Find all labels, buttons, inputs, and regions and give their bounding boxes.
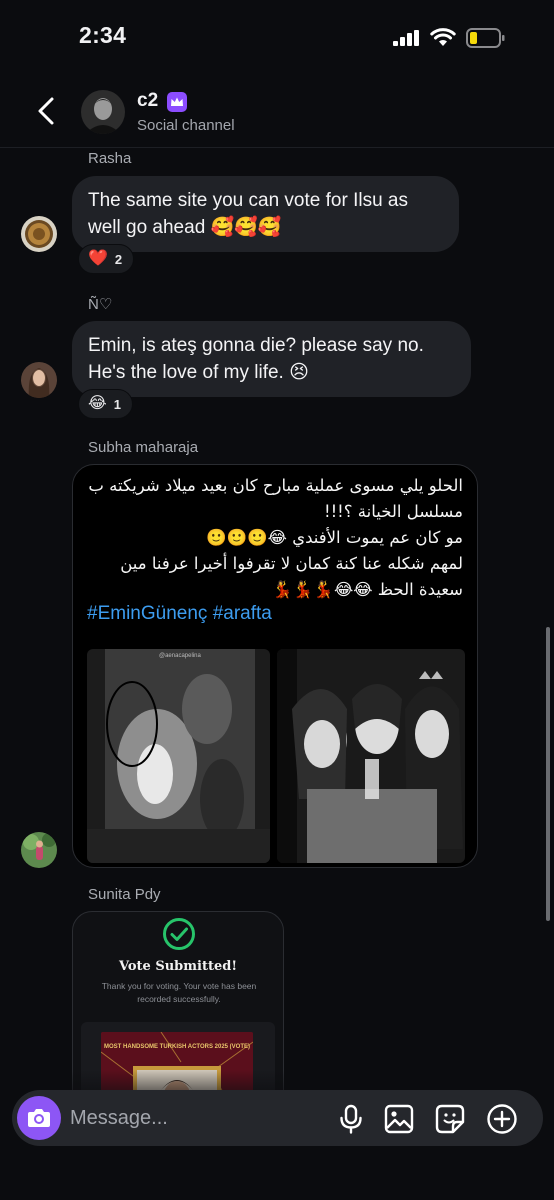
vote-card-title: Vote Submitted! xyxy=(118,959,238,974)
avatar[interactable] xyxy=(21,216,57,252)
back-chevron-icon[interactable] xyxy=(32,94,62,128)
heart-emoji-icon: ❤️ xyxy=(88,250,108,267)
channel-subtitle: Social channel xyxy=(137,117,235,134)
post-photo-right[interactable] xyxy=(277,649,465,863)
hashtags: #EminGünenç #arafta xyxy=(87,603,272,625)
post-text: الحلو يلي مسوى عملية مبارح كان بعيد ميلا… xyxy=(83,473,463,603)
hashtag-link[interactable]: #EminGünenç xyxy=(87,603,207,624)
gallery-icon[interactable] xyxy=(383,1103,415,1135)
post-text-line: مسلسل الخيانة ؟!!! xyxy=(323,502,463,521)
avatar[interactable] xyxy=(21,832,57,868)
reaction-count: 1 xyxy=(113,396,121,412)
check-circle-icon xyxy=(163,918,195,950)
sticker-icon[interactable] xyxy=(434,1103,466,1135)
reaction-chip[interactable]: ❤️ 2 xyxy=(78,244,135,274)
camera-button[interactable] xyxy=(17,1096,61,1140)
channel-avatar[interactable] xyxy=(81,90,125,134)
status-time: 2:34 xyxy=(79,22,127,48)
microphone-icon[interactable] xyxy=(335,1103,367,1135)
avatar[interactable] xyxy=(21,362,57,398)
sender-name[interactable]: Sunita Pdy xyxy=(88,886,161,903)
message-composer xyxy=(12,1090,543,1146)
status-bar: 2:34 xyxy=(0,0,554,76)
channel-name[interactable]: c2 xyxy=(137,90,158,112)
camera-icon xyxy=(28,1109,50,1127)
laughing-emoji-icon: 😂 xyxy=(88,395,107,412)
battery-icon xyxy=(466,28,505,48)
vote-card-text: Thank you for voting. Your vote has been… xyxy=(101,981,257,1004)
reaction-count: 2 xyxy=(114,251,123,267)
chat-screen: 2:34 c2 Social channel Rasha The same si… xyxy=(0,0,554,1200)
photo-caption: @aenacapelina xyxy=(159,653,201,659)
poster-title: MOST HANDSOME TURKISH ACTORS 2025 (VOTE) xyxy=(103,1044,250,1050)
reaction-chip[interactable]: 😂 1 xyxy=(78,389,133,419)
sender-name[interactable]: Ñ♡ xyxy=(88,295,112,313)
scrollbar[interactable] xyxy=(546,627,550,921)
post-text-line: الحلو يلي مسوى عملية مبارح كان بعيد ميلا… xyxy=(88,476,463,495)
add-icon[interactable] xyxy=(486,1103,518,1135)
hashtag-link[interactable]: #arafta xyxy=(213,603,272,624)
post-text-line: لمهم شكله عنا كنة كمان لا تقرفوا أخيرا ع… xyxy=(120,554,463,573)
wifi-icon xyxy=(430,28,456,46)
chat-header: c2 Social channel xyxy=(0,76,554,148)
media-post-bubble[interactable]: الحلو يلي مسوى عملية مبارح كان بعيد ميلا… xyxy=(72,464,478,868)
cellular-signal-icon xyxy=(393,30,419,46)
sender-name[interactable]: Rasha xyxy=(88,150,131,167)
message-bubble[interactable]: Emin, is ateş gonna die? please say no. … xyxy=(72,321,471,397)
message-input[interactable] xyxy=(70,1100,320,1136)
post-text-line: مو كان عم يموت الأفندي 😂🙂🙂🙂 xyxy=(206,528,463,547)
post-text-line: سعيدة الحظ 😂😂💃💃💃 xyxy=(272,580,463,599)
sender-name[interactable]: Subha maharaja xyxy=(88,439,198,456)
post-photo-left[interactable]: @aenacapelina xyxy=(87,649,270,863)
crown-badge-icon xyxy=(167,92,187,112)
message-bubble[interactable]: The same site you can vote for Ilsu as w… xyxy=(72,176,459,252)
